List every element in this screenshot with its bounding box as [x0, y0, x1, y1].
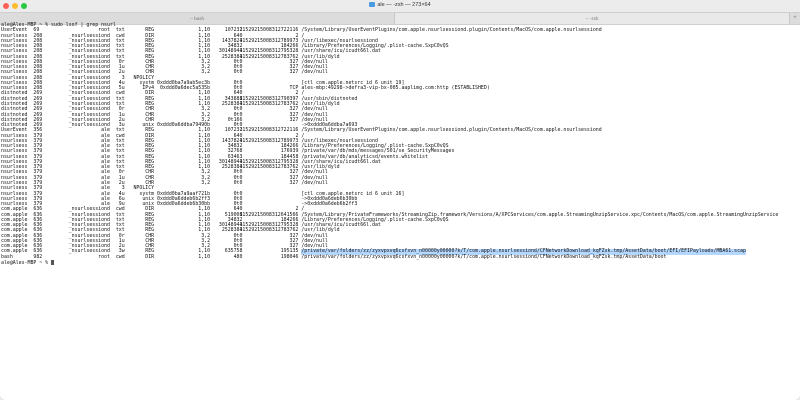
folder-icon — [369, 2, 376, 8]
prompt: ale@Ales-MBP ~ % — [1, 259, 52, 266]
terminal-output[interactable]: ale@Ales-MBP ~ % sudo lsof | grep nsurl … — [1, 22, 800, 400]
window-title-text: ale — -zsh — 273×64 — [377, 2, 431, 8]
lsof-output: UserEvent 69 root txt REG 1,10 107232 115292150… — [1, 27, 800, 260]
window-title: ale — -zsh — 273×64 — [0, 2, 800, 8]
prompt-line[interactable]: ale@Ales-MBP ~ % — [1, 259, 800, 266]
title-bar: ale — -zsh — 273×64 — [0, 0, 800, 12]
text-cursor — [51, 259, 55, 265]
terminal-window: ale — -zsh — 273×64 -- bash -- -zsh + al… — [0, 0, 800, 400]
